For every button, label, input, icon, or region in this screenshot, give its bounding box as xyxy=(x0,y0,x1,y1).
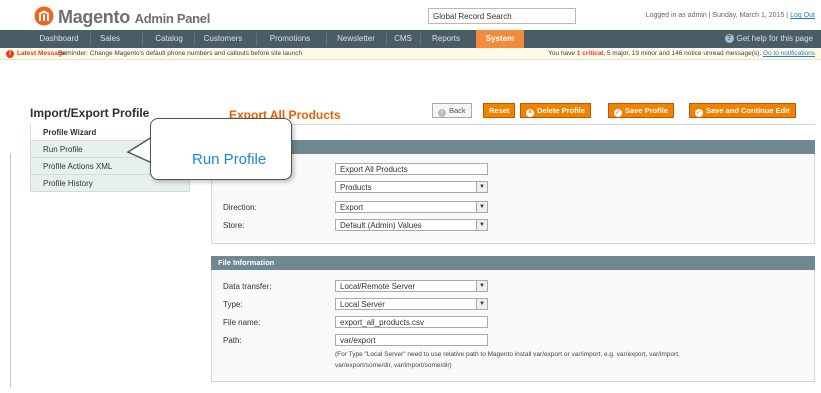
path-input[interactable]: var/export xyxy=(335,334,488,346)
nav-catalog[interactable]: Catalog xyxy=(146,30,192,48)
file-section-header: File Information xyxy=(211,256,815,270)
nav-divider xyxy=(326,32,327,46)
title-divider xyxy=(205,124,815,125)
logout-link[interactable]: Log Out xyxy=(790,12,815,19)
global-search-input[interactable]: Global Record Search xyxy=(428,8,576,24)
reset-button[interactable]: Reset xyxy=(483,103,516,118)
help-label: Get help for this page xyxy=(736,34,814,43)
store-value: Default (Admin) Values xyxy=(340,221,422,230)
nav-dashboard[interactable]: Dashboard xyxy=(31,30,87,48)
delete-icon: × xyxy=(526,109,534,117)
admin-header: Magento Admin Panel Global Record Search… xyxy=(0,0,821,30)
entity-type-select[interactable]: Products ▼ xyxy=(335,181,488,193)
chevron-down-icon: ▼ xyxy=(476,182,487,192)
data-transfer-label: Data transfer: xyxy=(223,282,272,291)
warning-icon: ! xyxy=(6,50,14,58)
user-status: Logged in as admin | Sunday, March 1, 20… xyxy=(646,12,815,19)
direction-label: Direction: xyxy=(223,203,257,212)
app-title: Magento Admin Panel xyxy=(58,7,211,27)
type-select[interactable]: Local Server ▼ xyxy=(335,298,488,310)
store-label: Store: xyxy=(223,221,245,230)
save-continue-button[interactable]: ✓ Save and Continue Edit xyxy=(689,103,796,118)
chevron-down-icon: ▼ xyxy=(476,299,487,309)
nav-divider xyxy=(90,32,91,46)
summary-prefix: You have xyxy=(548,50,576,57)
latest-message-text: Reminder: Change Magento's default phone… xyxy=(58,50,303,57)
magento-logo-icon xyxy=(34,6,54,26)
nav-sales[interactable]: Sales xyxy=(94,30,126,48)
nav-cms[interactable]: CMS xyxy=(390,30,416,48)
summary-rest: , 5 major, 19 minor and 146 notice unrea… xyxy=(603,50,762,57)
help-icon: ? xyxy=(724,34,734,44)
file-name-label: File name: xyxy=(223,318,261,327)
data-transfer-value: Local/Remote Server xyxy=(340,282,416,291)
direction-value: Export xyxy=(340,203,364,212)
profile-section-body xyxy=(211,154,815,244)
store-select[interactable]: Default (Admin) Values ▼ xyxy=(335,219,488,231)
callout-pointer-mask xyxy=(151,137,157,161)
data-transfer-select[interactable]: Local/Remote Server ▼ xyxy=(335,280,488,292)
path-hint-line2: var/export/some/dir, var/import/some/dir… xyxy=(335,362,452,369)
run-profile-callout xyxy=(150,118,292,180)
check-icon: ✓ xyxy=(695,109,703,117)
file-name-input[interactable]: export_all_products.csv xyxy=(335,316,488,328)
check-icon: ✓ xyxy=(614,109,622,117)
nav-promotions[interactable]: Promotions xyxy=(260,30,320,48)
file-section-body xyxy=(211,270,815,382)
back-arrow-icon: ‹ xyxy=(438,109,446,117)
main-nav: Dashboard Sales Catalog Customers Promot… xyxy=(0,30,821,48)
nav-divider xyxy=(194,32,195,46)
save-profile-button[interactable]: ✓ Save Profile xyxy=(608,103,674,118)
back-button[interactable]: ‹ Back xyxy=(432,103,472,118)
nav-newsletter[interactable]: Newsletter xyxy=(330,30,382,48)
page-left-border xyxy=(10,153,11,388)
entity-type-value: Products xyxy=(340,183,372,192)
nav-divider xyxy=(420,32,421,46)
nav-divider xyxy=(142,32,143,46)
callout-text: Run Profile xyxy=(192,151,267,168)
nav-reports[interactable]: Reports xyxy=(424,30,468,48)
direction-select[interactable]: Export ▼ xyxy=(335,201,488,213)
profile-name-input[interactable]: Export All Products xyxy=(335,163,488,175)
help-link[interactable]: ? Get help for this page xyxy=(724,30,814,48)
message-summary: You have 1 critical, 5 major, 19 minor a… xyxy=(548,48,815,60)
sidebar-title: Import/Export Profile xyxy=(30,106,150,120)
notifications-link[interactable]: Go to notifications xyxy=(763,50,815,57)
critical-count: 1 critical xyxy=(576,50,604,57)
path-hint-line1: (For Type "Local Server" need to use rel… xyxy=(335,351,680,358)
chevron-down-icon: ▼ xyxy=(476,220,487,230)
nav-divider xyxy=(256,32,257,46)
profile-section-header: Profile Information xyxy=(211,140,815,154)
nav-divider xyxy=(386,32,387,46)
nav-system[interactable]: System xyxy=(476,30,524,48)
chevron-down-icon: ▼ xyxy=(476,202,487,212)
type-value: Local Server xyxy=(340,300,385,309)
path-label: Path: xyxy=(223,336,242,345)
nav-customers[interactable]: Customers xyxy=(196,30,250,48)
delete-profile-button[interactable]: × Delete Profile xyxy=(520,103,591,118)
system-message-bar: ! Latest Message: Reminder: Change Magen… xyxy=(0,48,821,60)
logged-in-text: Logged in as admin | Sunday, March 1, 20… xyxy=(645,12,789,19)
chevron-down-icon: ▼ xyxy=(476,281,487,291)
type-label: Type: xyxy=(223,300,243,309)
